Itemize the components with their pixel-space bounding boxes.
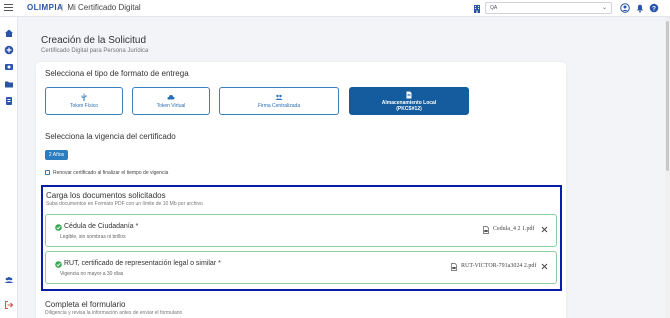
- folder-icon[interactable]: [4, 79, 14, 89]
- format-option-firma-centralizada[interactable]: Firma Centralizada: [219, 87, 339, 115]
- format-option-label: Token Virtual: [156, 103, 186, 109]
- add-circle-icon[interactable]: [4, 45, 14, 55]
- user-icon[interactable]: [620, 3, 630, 13]
- users-icon: [275, 94, 283, 100]
- app-title-text: Mi Certificado Digital: [67, 3, 141, 12]
- document-icon: [406, 91, 412, 99]
- format-option-token-virtual[interactable]: Token Virtual: [132, 87, 210, 115]
- app-title: | Mi Certificado Digital: [61, 3, 141, 12]
- environment-select[interactable]: QA ⌄: [485, 2, 612, 14]
- document-name: RUT, certificado de representación legal…: [64, 260, 221, 267]
- check-circle-icon: [55, 224, 62, 231]
- format-option-label: Firma Centralizada: [257, 103, 301, 109]
- validity-option-2-years[interactable]: 2 Años: [45, 150, 68, 160]
- usb-icon: [81, 93, 87, 101]
- document-note: Legible, sin sombras ni brillos: [60, 234, 126, 240]
- documents-section: Carga los documentos solicitados Suba do…: [41, 185, 562, 291]
- logout-icon[interactable]: [4, 300, 14, 310]
- documents-subtitle: Suba documentos en Formato PDF con un lí…: [46, 201, 203, 207]
- format-section-title: Selecciona el tipo de formato de entrega: [45, 69, 189, 78]
- certificates-icon[interactable]: [4, 62, 14, 72]
- building-icon: [474, 5, 480, 13]
- format-option-label: Almacenamiento Local (PKCS#12): [350, 100, 468, 112]
- check-circle-icon: [55, 261, 62, 268]
- help-icon[interactable]: ?: [649, 3, 659, 13]
- bell-icon[interactable]: [635, 3, 645, 13]
- file-icon: [483, 226, 489, 234]
- page-subtitle: Certificado Digital para Persona Jurídic…: [41, 48, 149, 54]
- format-option-label: Token Físico: [69, 103, 99, 109]
- validity-section-title: Selecciona la vigencia del certificado: [45, 132, 176, 141]
- sidebar: [0, 17, 18, 318]
- form-section-title: Completa el formulario: [45, 300, 126, 309]
- format-option-almacenamiento-local[interactable]: Almacenamiento Local (PKCS#12): [349, 87, 469, 115]
- title-separator: |: [61, 3, 64, 12]
- chevron-down-icon: ⌄: [601, 5, 607, 11]
- form-section-subtitle: Diligencia y revisa la información antes…: [45, 310, 183, 316]
- document-note: Vigencia no mayor a 30 días: [60, 271, 124, 277]
- renew-option[interactable]: Renovar certificado al finalizar el tiem…: [45, 170, 168, 176]
- close-icon[interactable]: [541, 263, 548, 270]
- cloud-icon: [167, 94, 175, 100]
- brand-logo: OLIMPIA: [27, 3, 64, 12]
- page-title: Creación de la Solicitud: [41, 35, 147, 46]
- format-option-token-fisico[interactable]: Token Físico: [45, 87, 123, 115]
- file-icon: [451, 263, 457, 271]
- document-item-cedula: Cédula de Ciudadanía * Legible, sin somb…: [45, 214, 557, 247]
- close-icon[interactable]: [541, 226, 548, 233]
- document-name: Cédula de Ciudadanía *: [64, 223, 139, 230]
- document-item-rut: RUT, certificado de representación legal…: [45, 251, 557, 284]
- format-option-label-line2: (PKCS#12): [396, 106, 422, 112]
- home-icon[interactable]: [4, 28, 14, 38]
- renew-checkbox[interactable]: [45, 170, 50, 175]
- uploaded-file-name[interactable]: RUT-VICTOR-791a3024 2.pdf: [461, 263, 536, 269]
- documents-title: Carga los documentos solicitados: [46, 191, 166, 200]
- uploaded-file-name[interactable]: Cedula_4 2 1.pdf: [493, 226, 535, 232]
- page-scrollbar[interactable]: [665, 17, 670, 318]
- environment-value: QA: [490, 5, 498, 11]
- scrollbar-thumb[interactable]: [666, 21, 669, 171]
- id-card-icon[interactable]: [4, 96, 14, 106]
- top-bar: OLIMPIA | Mi Certificado Digital QA ⌄ ?: [0, 0, 670, 17]
- svg-text:?: ?: [652, 5, 656, 12]
- renew-label: Renovar certificado al finalizar el tiem…: [53, 170, 169, 176]
- users-group-icon[interactable]: [4, 275, 14, 285]
- menu-icon[interactable]: [4, 4, 13, 13]
